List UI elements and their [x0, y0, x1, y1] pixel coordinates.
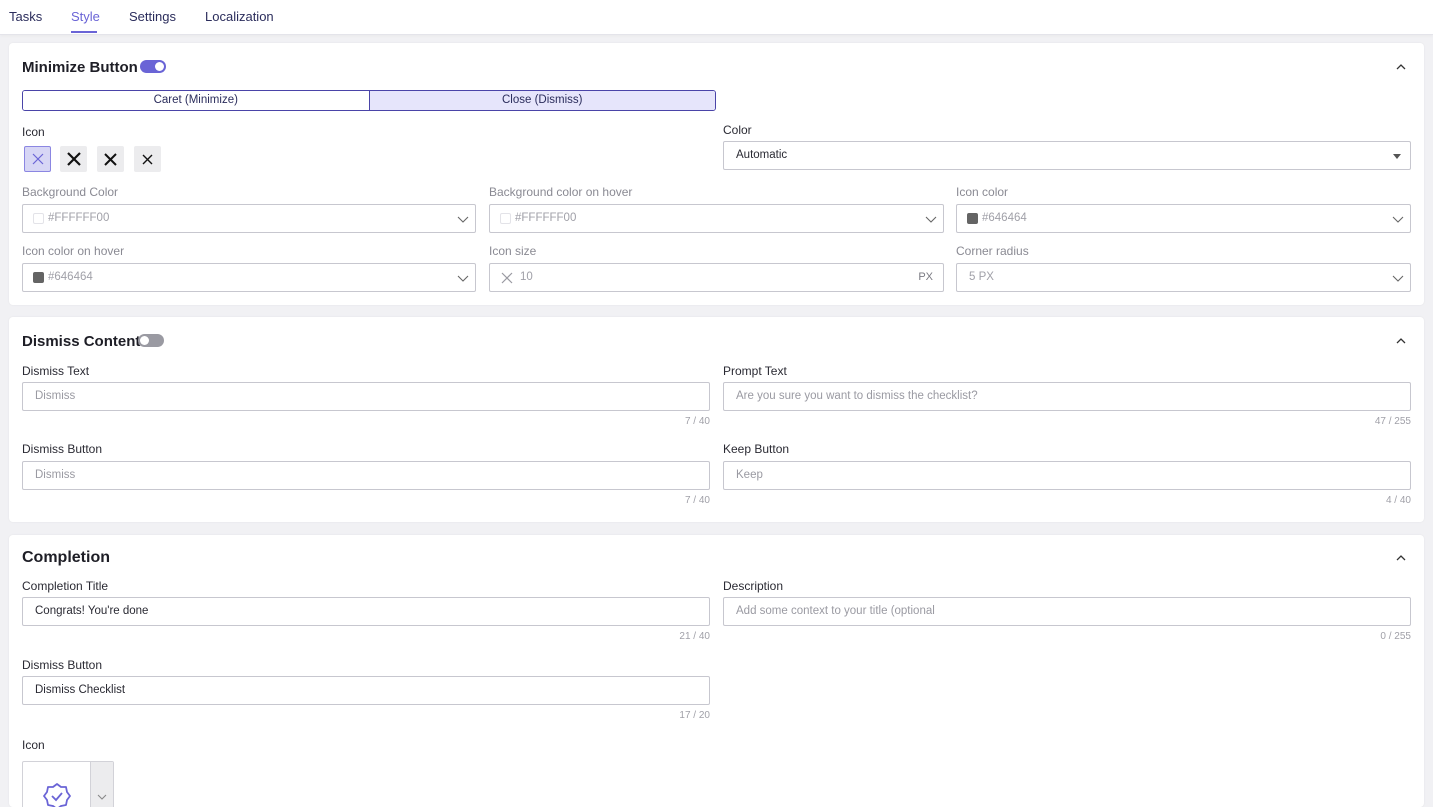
color-swatch — [33, 213, 44, 224]
background-color-picker[interactable]: #FFFFFF00 — [22, 204, 476, 233]
dismiss-content-toggle[interactable] — [138, 334, 164, 347]
icon-color-value: #646464 — [982, 212, 1027, 224]
icon-label: Icon — [22, 125, 45, 139]
close-bold-icon — [104, 152, 117, 166]
close-regular-icon — [142, 154, 153, 164]
dismiss-button-label: Dismiss Button — [22, 442, 103, 456]
icon-option-close-bold-alt[interactable] — [97, 146, 124, 172]
tab-tasks[interactable]: Tasks — [9, 9, 42, 24]
color-label: Color — [723, 123, 752, 137]
color-swatch — [33, 272, 44, 283]
completion-title-counter: 21 / 40 — [679, 631, 710, 642]
background-color-value: #FFFFFF00 — [48, 212, 110, 224]
color-select-value: Automatic — [736, 149, 788, 161]
keep-button-label: Keep Button — [723, 442, 790, 456]
dismiss-button-placeholder: Dismiss — [35, 469, 76, 481]
keep-button-counter: 4 / 40 — [1385, 495, 1411, 506]
color-swatch — [500, 213, 511, 224]
caret-down-icon — [1393, 154, 1401, 159]
background-hover-label: Background color on hover — [489, 185, 633, 199]
prompt-text-placeholder: Are you sure you want to dismiss the che… — [736, 390, 978, 402]
icon-color-picker[interactable]: #646464 — [956, 204, 1411, 233]
icon-size-input[interactable]: 10 PX — [489, 263, 944, 292]
icon-option-close-thin[interactable] — [24, 146, 51, 172]
tab-localization[interactable]: Localization — [205, 9, 274, 24]
completion-title-label: Completion Title — [22, 579, 109, 593]
dismiss-content-card: Dismiss Content Dismiss Text Dismiss 7 /… — [9, 317, 1424, 522]
chevron-up-icon[interactable] — [1395, 61, 1407, 73]
close-thin-icon — [32, 153, 43, 165]
chevron-up-icon[interactable] — [1395, 335, 1407, 347]
color-swatch — [967, 213, 978, 224]
icon-picker-dropdown-button[interactable] — [90, 762, 113, 807]
completion-icon-picker[interactable] — [22, 761, 114, 807]
prompt-text-input[interactable]: Are you sure you want to dismiss the che… — [723, 382, 1411, 411]
keep-button-input[interactable]: Keep — [723, 461, 1411, 490]
color-select[interactable]: Automatic — [723, 141, 1411, 170]
icon-hover-picker[interactable]: #646464 — [22, 263, 476, 292]
dismiss-button-counter: 7 / 40 — [684, 495, 710, 506]
icon-hover-value: #646464 — [48, 271, 93, 283]
tab-settings[interactable]: Settings — [129, 9, 176, 24]
dismiss-text-counter: 7 / 40 — [684, 416, 710, 427]
active-tab-indicator — [71, 31, 97, 33]
prompt-text-counter: 47 / 255 — [1374, 416, 1411, 427]
icon-color-label: Icon color — [956, 185, 1009, 199]
description-label: Description — [723, 579, 784, 593]
completion-card: Completion Completion Title Congrats! Yo… — [9, 535, 1424, 807]
prompt-text-label: Prompt Text — [723, 364, 787, 378]
minimize-button-title: Minimize Button — [22, 59, 138, 76]
background-hover-value: #FFFFFF00 — [515, 212, 577, 224]
corner-radius-value: 5 PX — [969, 271, 994, 283]
completion-dismiss-button-input[interactable]: Dismiss Checklist — [22, 676, 710, 705]
segment-caret-minimize[interactable]: Caret (Minimize) — [23, 91, 369, 110]
chevron-down-icon — [97, 794, 107, 800]
icon-option-close-bold[interactable] — [60, 146, 87, 172]
top-tab-bar: Tasks Style Settings Localization — [0, 0, 1433, 35]
corner-radius-select[interactable]: 5 PX — [956, 263, 1411, 292]
dismiss-text-placeholder: Dismiss — [35, 390, 76, 402]
chevron-down-icon — [925, 216, 937, 223]
chevron-down-icon — [1392, 216, 1404, 223]
close-bold-icon — [66, 152, 81, 166]
description-input[interactable]: Add some context to your title (optional — [723, 597, 1411, 626]
icon-size-value: 10 — [520, 271, 533, 283]
verified-badge-icon — [43, 783, 71, 807]
completion-icon-label: Icon — [22, 738, 45, 752]
description-counter: 0 / 255 — [1380, 631, 1411, 642]
background-color-label: Background Color — [22, 185, 119, 199]
completion-dismiss-button-value: Dismiss Checklist — [35, 684, 126, 696]
chevron-down-icon — [457, 275, 469, 282]
dismiss-text-input[interactable]: Dismiss — [22, 382, 710, 411]
dismiss-content-title: Dismiss Content — [22, 333, 141, 350]
keep-button-placeholder: Keep — [736, 469, 763, 481]
close-icon — [501, 272, 513, 284]
icon-size-unit: PX — [918, 271, 933, 283]
tab-style[interactable]: Style — [71, 9, 100, 24]
completion-title-input[interactable]: Congrats! You're done — [22, 597, 710, 626]
corner-radius-label: Corner radius — [956, 244, 1029, 258]
chevron-down-icon — [457, 216, 469, 223]
chevron-down-icon — [1392, 275, 1404, 282]
minimize-button-card: Minimize Button Caret (Minimize) Close (… — [9, 43, 1424, 305]
chevron-up-icon[interactable] — [1395, 552, 1407, 564]
minimize-button-toggle[interactable] — [140, 60, 166, 73]
dismiss-button-input[interactable]: Dismiss — [22, 461, 710, 490]
completion-dismiss-button-label: Dismiss Button — [22, 658, 103, 672]
icon-size-label: Icon size — [489, 244, 537, 258]
icon-option-close-regular[interactable] — [134, 146, 161, 172]
description-placeholder: Add some context to your title (optional — [736, 605, 935, 617]
segment-close-dismiss[interactable]: Close (Dismiss) — [368, 91, 715, 110]
minimize-type-segmented-control: Caret (Minimize) Close (Dismiss) — [22, 90, 716, 111]
completion-title: Completion — [22, 549, 110, 566]
icon-hover-label: Icon color on hover — [22, 244, 125, 258]
completion-dismiss-button-counter: 17 / 20 — [679, 710, 710, 721]
completion-title-value: Congrats! You're done — [35, 605, 149, 617]
dismiss-text-label: Dismiss Text — [22, 364, 90, 378]
background-hover-picker[interactable]: #FFFFFF00 — [489, 204, 944, 233]
